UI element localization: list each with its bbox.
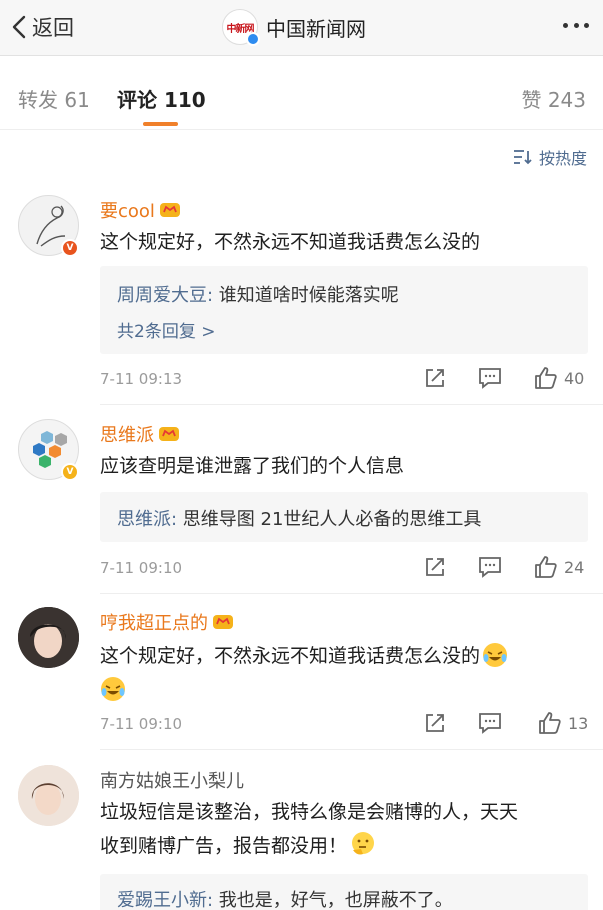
like-count: 24 (564, 557, 585, 577)
avatar[interactable] (18, 765, 79, 826)
like-count: 40 (564, 368, 585, 388)
share-icon (426, 714, 444, 732)
sort-by-hot-button[interactable]: 按热度 (513, 145, 587, 169)
reply-box[interactable]: 周周爱大豆: 谁知道啥时候能落实呢 共2条回复 > (100, 266, 588, 354)
reply-author[interactable]: 爱踢王小新: (117, 890, 213, 910)
tab-bar: 转发 61 评论 110 赞 243 (0, 56, 603, 130)
crown-icon (159, 427, 179, 441)
reply-line: 周周爱大豆: 谁知道啥时候能落实呢 (117, 281, 399, 307)
comment-username[interactable]: 南方姑娘王小梨儿 (100, 767, 244, 793)
account-header[interactable]: 中新网 中国新闻网 (222, 8, 366, 46)
tab-comment[interactable]: 评论 110 (117, 84, 206, 113)
verified-badge-icon (246, 32, 260, 46)
like-button[interactable]: 40 (534, 366, 584, 390)
reply-line: 思维派: 思维导图 21世纪人人必备的思维工具 (117, 505, 481, 531)
divider (100, 593, 603, 594)
sort-label: 按热度 (538, 149, 587, 168)
comment-username[interactable]: 要cool (100, 197, 181, 223)
repost-button[interactable] (424, 556, 446, 578)
active-tab-indicator (143, 122, 178, 126)
tab-like[interactable]: 赞 243 (521, 84, 586, 113)
comment-time: 7-11 09:10 (100, 559, 183, 577)
comment-text: 这个规定好，不然永远不知道我话费怎么没的 (100, 231, 481, 253)
comment-icon (479, 557, 501, 578)
page-title: 中国新闻网 (266, 16, 366, 41)
comment-icon (479, 368, 501, 389)
sort-icon (513, 150, 532, 165)
comment-time: 7-11 09:10 (100, 715, 183, 733)
view-more-replies-link[interactable]: 共2条回复 > (117, 317, 215, 342)
comment-text: 应该查明是谁泄露了我们的个人信息 (100, 455, 405, 477)
reply-box[interactable]: 思维派: 思维导图 21世纪人人必备的思维工具 (100, 492, 588, 542)
thumbs-up-icon (535, 556, 557, 578)
comment-username[interactable]: 思维派 (100, 421, 180, 447)
comment-time: 7-11 09:13 (100, 370, 183, 388)
reply-button[interactable] (478, 712, 502, 734)
divider (100, 404, 603, 405)
repost-button[interactable] (424, 712, 446, 734)
laughing-crying-emoji-icon (483, 643, 508, 667)
thumbs-up-icon (539, 712, 561, 734)
reply-line: 爱踢王小新: 我也是，好气，也屏蔽不了。 (117, 886, 453, 910)
back-label: 返回 (32, 16, 74, 40)
chevron-left-icon (12, 15, 26, 39)
back-button[interactable]: 返回 (12, 10, 74, 44)
like-count: 13 (568, 713, 589, 733)
reply-button[interactable] (478, 556, 502, 578)
more-options-icon[interactable] (563, 20, 589, 30)
share-icon (426, 558, 444, 576)
verified-badge-icon: V (61, 463, 79, 481)
tab-repost[interactable]: 转发 61 (18, 84, 90, 113)
reply-text: 谁知道啥时候能落实呢 (213, 285, 399, 306)
avatar[interactable] (18, 607, 79, 668)
reply-text: 思维导图 21世纪人人必备的思维工具 (177, 509, 482, 530)
reply-text: 我也是，好气，也屏蔽不了。 (213, 890, 453, 910)
user-photo-icon (18, 765, 79, 826)
thumbs-up-icon (535, 367, 557, 389)
comment-text: 这个规定好，不然永远不知道我话费怎么没的 (100, 639, 590, 707)
like-button[interactable]: 13 (538, 711, 588, 735)
comment-username[interactable]: 哼我超正点的 (100, 609, 234, 635)
laughing-crying-emoji-icon (101, 677, 125, 701)
nav-bar: 返回 中新网 中国新闻网 (0, 0, 603, 56)
divider (100, 749, 603, 750)
account-avatar[interactable]: 中新网 (222, 9, 260, 46)
verified-badge-icon: V (61, 239, 79, 257)
reply-box[interactable]: 爱踢王小新: 我也是，好气，也屏蔽不了。 (100, 874, 588, 910)
comment-icon (479, 713, 501, 734)
share-icon (426, 369, 444, 387)
crown-icon (213, 615, 233, 629)
reply-button[interactable] (478, 367, 502, 389)
user-photo-icon (18, 607, 79, 668)
comment-text: 垃圾短信是该整治，我特么像是会赌博的人，天天 收到赌博广告，报告都没用！ (100, 801, 519, 857)
reply-author[interactable]: 周周爱大豆: (117, 285, 213, 306)
reply-author[interactable]: 思维派: (117, 509, 177, 530)
like-button[interactable]: 24 (534, 555, 584, 579)
repost-button[interactable] (424, 367, 446, 389)
crown-icon (159, 203, 180, 217)
thinking-emoji-icon (352, 832, 375, 855)
